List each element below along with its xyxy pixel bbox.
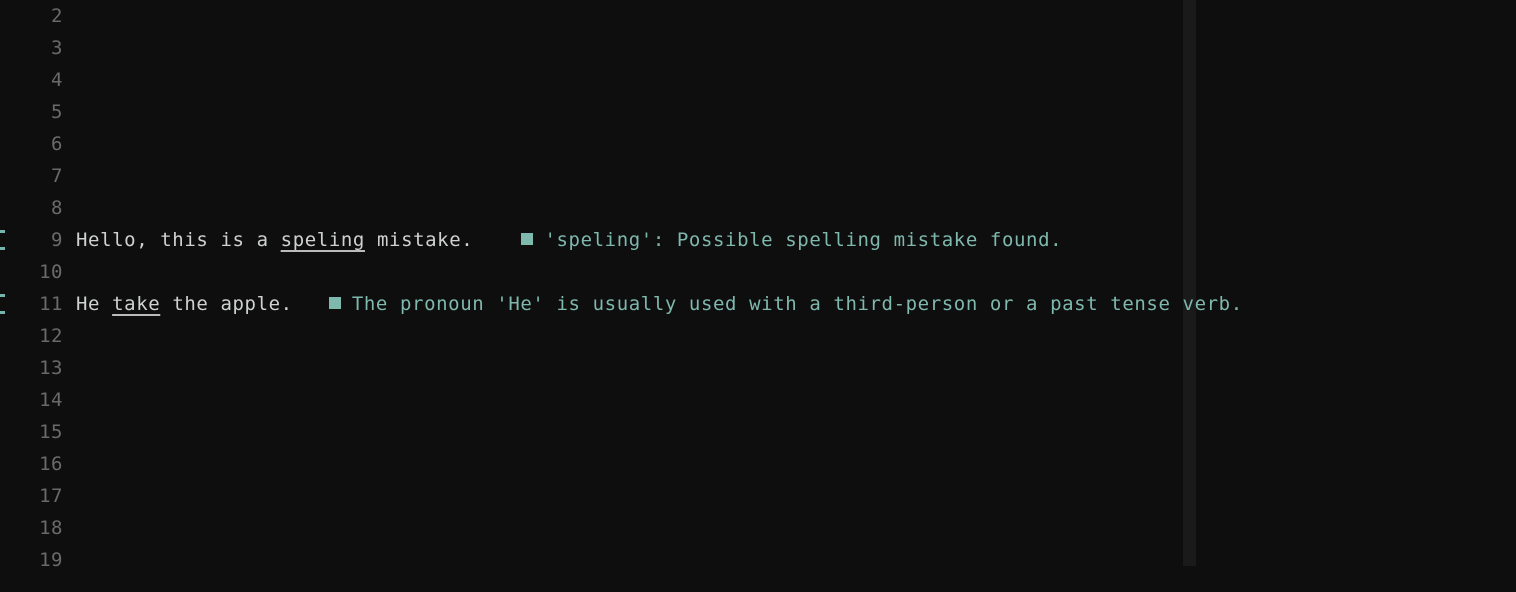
editor-line[interactable]: 7 [0, 160, 1516, 192]
line-number: 7 [51, 165, 63, 187]
code-segment-after: the apple. [160, 293, 293, 315]
line-number: 13 [39, 357, 63, 379]
editor-line[interactable]: 3 [0, 32, 1516, 64]
line-number: 6 [51, 133, 63, 155]
code-text[interactable]: Hello, this is a speling mistake. 'speli… [76, 224, 1062, 256]
line-number: 12 [39, 325, 63, 347]
editor-line[interactable]: 19 [0, 544, 1516, 576]
line-number: 19 [39, 549, 63, 571]
line-number: 14 [39, 389, 63, 411]
editor-line[interactable]: 18 [0, 512, 1516, 544]
editor-line[interactable]: 15 [0, 416, 1516, 448]
text-editor-viewport[interactable]: 2 3 4 5 6 7 8 9 Hello, this is a speling mistake… [0, 0, 1516, 592]
underlined-error-word[interactable]: take [112, 293, 160, 315]
diagnostic-severity-square-icon [521, 232, 534, 245]
editor-line[interactable]: 8 [0, 192, 1516, 224]
code-segment-after: mistake. [364, 229, 474, 251]
code-segment-before: Hello, this is a [76, 229, 281, 251]
line-number: 2 [51, 5, 63, 27]
editor-line[interactable]: 13 [0, 352, 1516, 384]
diagnostic-spacer [473, 229, 521, 251]
editor-lines: 2 3 4 5 6 7 8 9 Hello, this is a speling mistake… [0, 0, 1516, 576]
line-number: 17 [39, 485, 63, 507]
editor-line[interactable]: 5 [0, 96, 1516, 128]
diagnostic-spacer [293, 293, 329, 315]
editor-line[interactable]: 14 [0, 384, 1516, 416]
line-number: 15 [39, 421, 63, 443]
editor-line[interactable]: 16 [0, 448, 1516, 480]
editor-line[interactable]: 6 [0, 128, 1516, 160]
editor-line[interactable]: 4 [0, 64, 1516, 96]
line-number: 11 [39, 293, 63, 315]
editor-line[interactable]: 2 [0, 0, 1516, 32]
diagnostic-severity-square-icon [328, 296, 341, 309]
editor-line[interactable]: 17 [0, 480, 1516, 512]
editor-line[interactable]: 11 He take the apple. The pronoun 'He' is… [0, 288, 1516, 320]
line-number: 10 [39, 261, 63, 283]
line-number: 8 [51, 197, 63, 219]
underlined-error-word[interactable]: speling [281, 229, 365, 251]
line-number: 4 [51, 69, 63, 91]
diagnostic-text: The pronoun 'He' is usually used with a … [351, 293, 1243, 315]
editor-line[interactable]: 12 [0, 320, 1516, 352]
line-number: 16 [39, 453, 63, 475]
line-number: 9 [51, 229, 63, 251]
diagnostic-text: 'speling': Possible spelling mistake fou… [544, 229, 1063, 251]
inline-diagnostic-message[interactable]: The pronoun 'He' is usually used with a … [328, 293, 1243, 315]
editor-line[interactable]: 9 Hello, this is a speling mistake. 'spel… [0, 224, 1516, 256]
code-segment-before: He [76, 293, 113, 315]
code-text[interactable]: He take the apple. The pronoun 'He' is u… [76, 288, 1243, 320]
editor-line[interactable]: 10 [0, 256, 1516, 288]
inline-diagnostic-message[interactable]: 'speling': Possible spelling mistake fou… [521, 229, 1062, 251]
line-number: 18 [39, 517, 63, 539]
line-number: 5 [51, 101, 63, 123]
line-number: 3 [51, 37, 63, 59]
